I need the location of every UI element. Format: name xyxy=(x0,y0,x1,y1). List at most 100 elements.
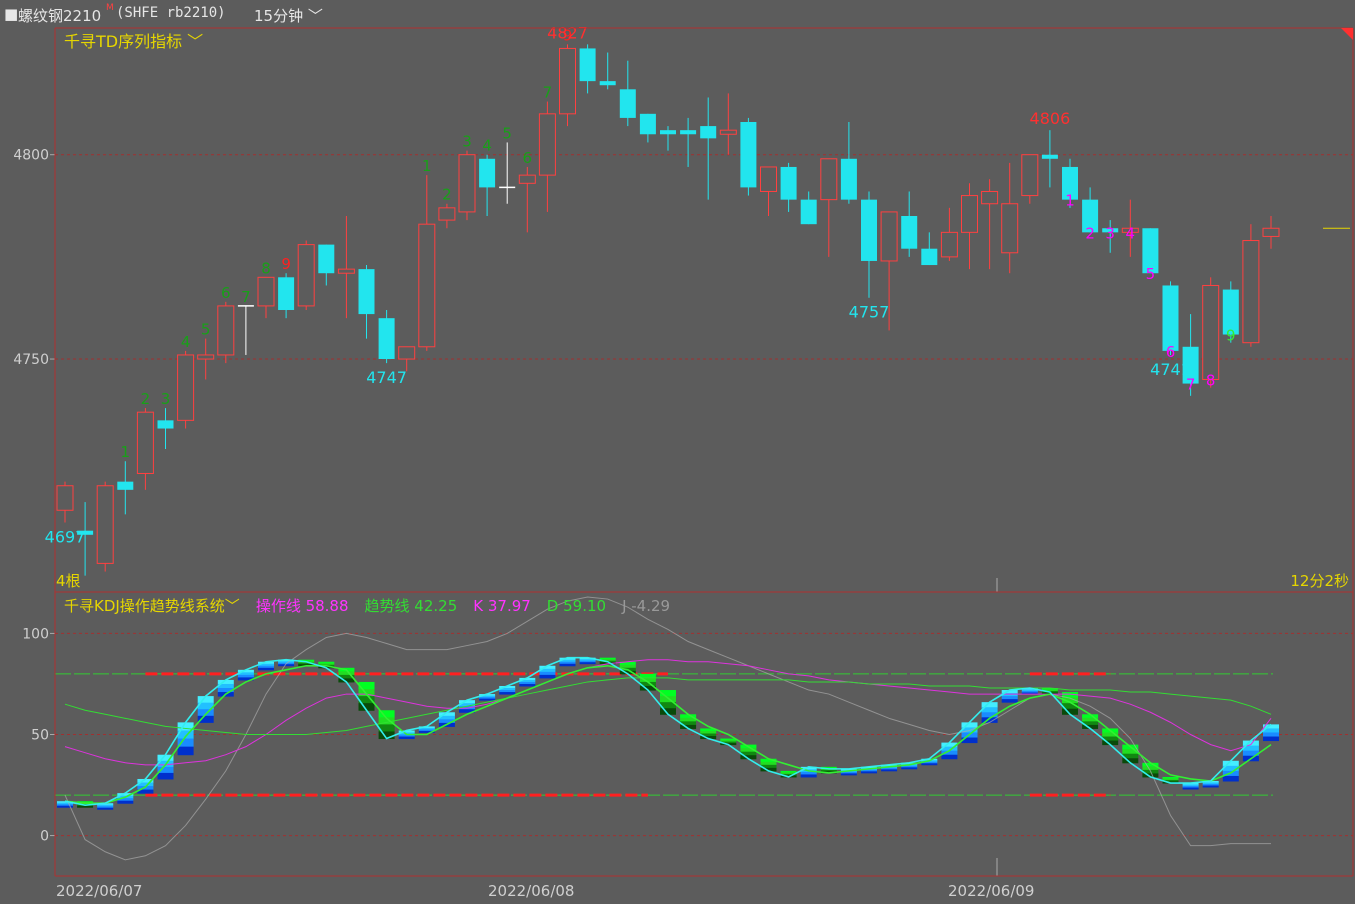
candle: 2 xyxy=(438,186,456,229)
td-count-label: 9 xyxy=(281,255,291,273)
low-price-label: 4747 xyxy=(366,368,407,387)
chart-canvas[interactable]: 4750480012 3456 78 9123 4567912 3 4567 89482748… xyxy=(0,0,1355,904)
kdj-bar xyxy=(539,665,556,679)
candle-body xyxy=(418,223,436,348)
candle-body xyxy=(1202,284,1220,380)
low-price-label: 4757 xyxy=(849,303,890,322)
kdj-bar xyxy=(700,728,717,740)
candle: 9 xyxy=(1222,281,1239,345)
td-count-label: 6 xyxy=(523,149,533,167)
candle xyxy=(1021,154,1039,204)
kdj-bar-block xyxy=(117,800,134,804)
candle xyxy=(760,166,777,216)
candle: 1 xyxy=(418,157,436,351)
td-count-label: 7 xyxy=(543,84,553,102)
kdj-bar-block xyxy=(1263,736,1279,742)
candle-body xyxy=(297,244,315,307)
candle xyxy=(861,191,877,298)
candle xyxy=(961,183,978,270)
candle-body xyxy=(458,154,476,213)
candle xyxy=(901,191,918,257)
kdj-header: 千寻KDJ操作趋势线系统﹀ 操作线 58.88 趋势线 42.25 K 37.97 D … xyxy=(64,597,670,615)
candle: 7 xyxy=(538,84,556,212)
kdj-bar-block xyxy=(479,698,496,701)
candle-body xyxy=(660,130,676,135)
kdj-bar-block xyxy=(579,662,596,665)
kdj-indicator-name[interactable]: 千寻KDJ操作趋势线系统﹀ xyxy=(64,597,240,615)
kdj-bar-block xyxy=(941,754,958,760)
kdj-readout: 趋势线 42.25 xyxy=(365,597,458,615)
td-count-label: 8 xyxy=(261,259,271,277)
kdj-bar xyxy=(519,677,536,687)
high-price-label: 4806 xyxy=(1030,109,1071,128)
td-count-label: 9 xyxy=(1226,327,1236,345)
candle-body xyxy=(136,411,154,474)
kdj-bar xyxy=(1222,760,1239,782)
kdj-readout: 操作线 58.88 xyxy=(256,597,349,615)
kdj-bar xyxy=(1182,783,1199,790)
kdj-tick-label: 50 xyxy=(31,728,49,744)
kdj-bar-block xyxy=(901,767,918,770)
kdj-bar xyxy=(258,661,274,671)
td-count-label: 5 xyxy=(201,321,211,339)
candle-body xyxy=(217,305,235,356)
candle-body xyxy=(1162,285,1179,351)
kdj-bar-block xyxy=(539,674,556,679)
candle-body xyxy=(278,277,295,310)
candle-body xyxy=(861,199,877,261)
kdj-tick-label: 100 xyxy=(22,626,49,642)
candle xyxy=(740,117,757,196)
candle-body xyxy=(740,122,757,188)
candle-body xyxy=(981,190,999,205)
price-tick-label: 4750 xyxy=(13,352,49,368)
kdj-bar-block xyxy=(800,774,817,778)
candle: 1 xyxy=(1062,158,1078,210)
td-count-label: 2 xyxy=(442,186,452,204)
candle-body xyxy=(1041,154,1058,159)
kdj-bar-block xyxy=(559,663,576,667)
kdj-bar xyxy=(1263,724,1279,742)
kdj-readout: K 37.97 xyxy=(473,597,531,615)
candle: 1 xyxy=(117,443,134,515)
td-count-label: 6 xyxy=(221,284,231,302)
candle-body xyxy=(378,318,395,360)
corner-marker-icon xyxy=(1341,28,1353,40)
bars-count-label: 4根 xyxy=(56,572,81,590)
td-count-label: 4 xyxy=(482,137,492,155)
date-axis-label: 2022/06/07 xyxy=(56,882,142,900)
td-count-label: 3 xyxy=(462,133,472,151)
candle-body xyxy=(680,130,697,135)
candle: 4 xyxy=(177,333,195,429)
kdj-bar xyxy=(680,714,697,729)
candle-body xyxy=(840,158,857,200)
kdj-bar-block xyxy=(840,773,857,776)
candle-body xyxy=(479,158,496,188)
kdj-bar-block xyxy=(1001,696,1018,700)
td-count-label: 6 xyxy=(1166,343,1176,361)
candle: 9 xyxy=(278,255,295,319)
candle: 4 xyxy=(1121,199,1139,257)
candle-body xyxy=(398,346,416,360)
main-indicator-name: 千寻TD序列指标 ﹀ xyxy=(64,32,203,51)
kdj-bar xyxy=(177,722,194,756)
td-count-label: 7 xyxy=(241,288,251,306)
candle xyxy=(599,52,616,90)
kdj-bar xyxy=(981,702,998,723)
candle xyxy=(981,179,999,270)
candle: 2 xyxy=(136,390,154,490)
td-count-label: 4 xyxy=(1126,224,1136,242)
candle xyxy=(921,232,938,266)
candle xyxy=(96,481,114,572)
kdj-bar-block xyxy=(760,761,777,766)
candle: 3 xyxy=(458,133,476,221)
candle-body xyxy=(157,420,174,429)
kdj-bar xyxy=(559,657,576,667)
kdj-bar-block xyxy=(881,769,898,772)
kdj-bar-block xyxy=(499,692,516,695)
kdj-tick-label: 0 xyxy=(40,829,49,845)
price-tick-label: 4800 xyxy=(13,148,49,164)
candle-body xyxy=(358,269,375,315)
candle-body xyxy=(780,166,797,200)
candle-body xyxy=(559,47,576,115)
candle xyxy=(660,126,676,151)
